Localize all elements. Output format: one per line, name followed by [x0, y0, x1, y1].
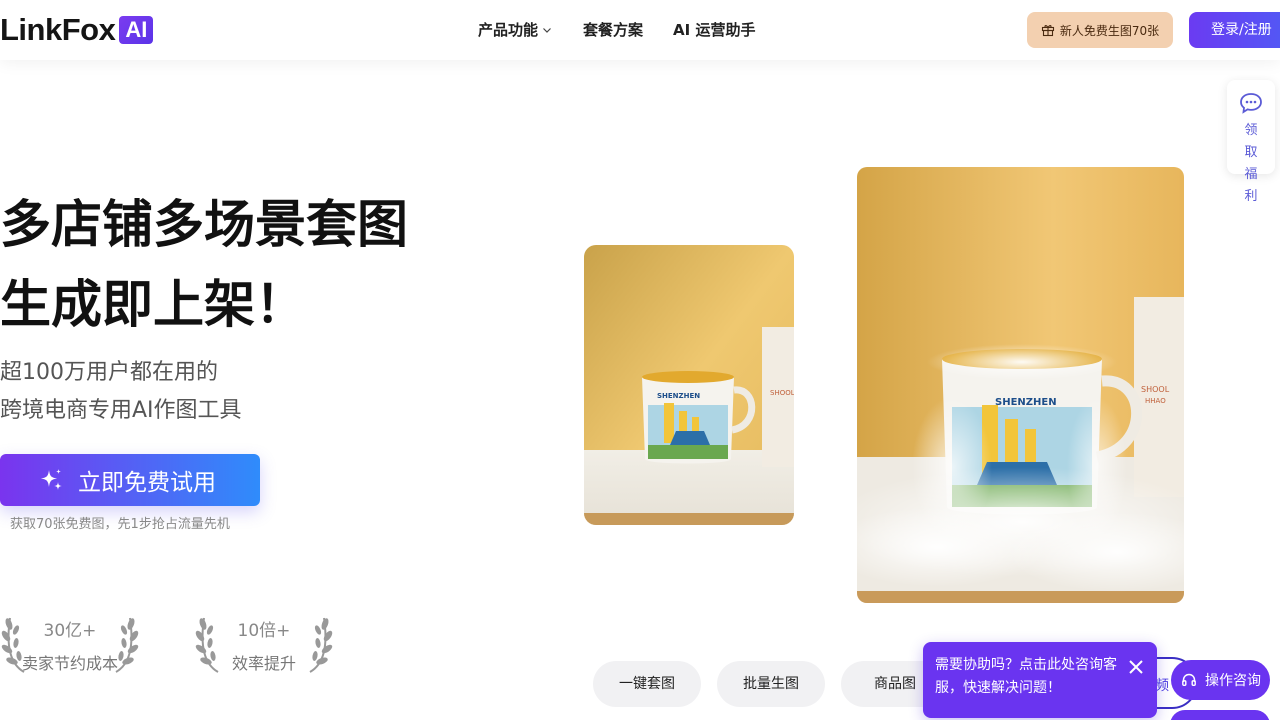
- hero-title: 多店铺多场景套图 生成即上架！: [0, 186, 408, 346]
- claim-welfare-widget[interactable]: 领取福利: [1227, 80, 1275, 204]
- top-header: LinkFox AI 产品功能 套餐方案 AI 运营助手 新人免费生图70张 登…: [0, 0, 1280, 60]
- page: LinkFox AI 产品功能 套餐方案 AI 运营助手 新人免费生图70张 登…: [0, 0, 1280, 720]
- stat-label: 卖家节约成本: [21, 654, 118, 673]
- help-message: 需要协助吗？点击此处咨询客服，快速解决问题！: [935, 657, 1117, 696]
- free-trial-button[interactable]: 立即免费试用: [0, 454, 260, 506]
- nav-item-label: AI 运营助手: [673, 21, 756, 39]
- nav-item-plans[interactable]: 套餐方案: [583, 19, 643, 40]
- logo-text: LinkFox: [0, 12, 116, 47]
- nav-item-label: 产品功能: [478, 21, 539, 39]
- video-button-label: 频: [1155, 678, 1169, 694]
- gift-icon: [1041, 25, 1054, 37]
- product-photo-generated: SHOOL HHAO SHENZHEN: [857, 167, 1184, 603]
- free-images-button[interactable]: 新人免费生图70张: [1027, 12, 1173, 48]
- help-popup[interactable]: 需要协助吗？点击此处咨询客服，快速解决问题！: [923, 642, 1157, 718]
- tab-batch-generate[interactable]: 批量生图: [717, 661, 825, 707]
- free-images-label: 新人免费生图70张: [1059, 23, 1160, 38]
- close-icon[interactable]: [1127, 658, 1145, 676]
- box-label: SHOOL: [1141, 385, 1170, 394]
- consult-label: 操作咨询: [1205, 673, 1261, 689]
- nav-item-ai-assistant[interactable]: AI 运营助手: [673, 19, 755, 40]
- main-nav: 产品功能 套餐方案 AI 运营助手: [478, 19, 785, 40]
- hero-title-line: 多店铺多场景套图: [0, 196, 409, 255]
- stat-cost-saving: 30亿+ 卖家节约成本: [0, 612, 140, 674]
- free-trial-label: 立即免费试用: [78, 470, 216, 496]
- box-label: HHAO: [1145, 397, 1166, 405]
- chevron-down-icon: [543, 27, 551, 33]
- logo-ai-badge: AI: [119, 16, 154, 44]
- mug-label: SHENZHEN: [657, 392, 700, 400]
- hero-subtitle-line: 超100万用户都在用的: [0, 360, 218, 385]
- cta-note: 获取70张免费图，先1步抢占流量先机: [10, 517, 230, 532]
- tab-one-click-set[interactable]: 一键套图: [593, 661, 701, 707]
- welfare-label: 领取福利: [1244, 123, 1258, 204]
- floating-action-button[interactable]: [1170, 710, 1270, 720]
- nav-item-label: 套餐方案: [583, 21, 644, 39]
- hero-subtitle-line: 跨境电商专用AI作图工具: [0, 398, 242, 423]
- sparkle-icon: [41, 469, 62, 490]
- box-label: SHOOL: [770, 389, 794, 397]
- login-register-button[interactable]: 登录/注册: [1189, 12, 1280, 48]
- mug-label: SHENZHEN: [995, 397, 1057, 408]
- stat-value: 10倍+: [237, 621, 291, 641]
- stat-efficiency: 10倍+ 效率提升: [194, 612, 334, 674]
- hero-subtitle: 超100万用户都在用的 跨境电商专用AI作图工具: [0, 354, 242, 430]
- product-photo-original: SHOOL SHENZHEN: [584, 245, 794, 525]
- chat-bubble-icon: [1240, 93, 1262, 114]
- nav-item-products[interactable]: 产品功能: [478, 19, 553, 40]
- operation-consult-button[interactable]: 操作咨询: [1171, 660, 1270, 700]
- stat-value: 30亿+: [43, 621, 97, 641]
- logo[interactable]: LinkFox AI: [0, 12, 154, 47]
- hero-title-line: 生成即上架！: [0, 276, 307, 335]
- headset-icon: [1182, 673, 1196, 687]
- stat-label: 效率提升: [231, 654, 296, 673]
